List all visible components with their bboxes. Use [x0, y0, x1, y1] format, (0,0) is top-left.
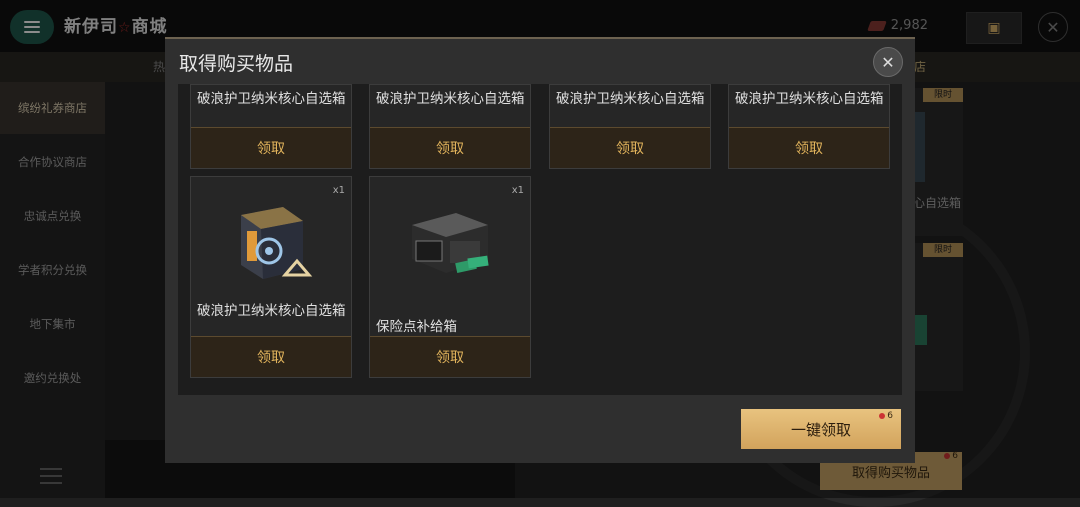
claim-label: 领取	[257, 350, 285, 366]
item-quantity: x1	[332, 185, 345, 196]
claim-label: 领取	[436, 350, 464, 366]
close-icon: ✕	[881, 52, 895, 72]
notification-badge: 6	[879, 411, 893, 421]
claim-label: 领取	[616, 141, 644, 157]
claim-label: 领取	[257, 141, 285, 157]
item-name: 破浪护卫纳米核心自选箱	[376, 91, 525, 107]
claim-button[interactable]: 领取	[191, 336, 351, 377]
item-name: 破浪护卫纳米核心自选箱	[735, 91, 884, 107]
claim-all-label: 一键领取	[790, 420, 851, 439]
claim-label: 领取	[795, 141, 823, 157]
modal-title: 取得购买物品	[179, 53, 294, 75]
badge-count: 6	[887, 411, 893, 421]
item-card: x1 保险点补给箱 领取	[369, 176, 531, 378]
claim-label: 领取	[436, 141, 464, 157]
nano-core-box-icon	[241, 207, 313, 279]
item-card: 破浪护卫纳米核心自选箱 领取	[369, 84, 531, 169]
item-name: 破浪护卫纳米核心自选箱	[556, 91, 705, 107]
claim-all-button[interactable]: 一键领取 6	[741, 409, 901, 449]
item-card: 破浪护卫纳米核心自选箱 领取	[728, 84, 890, 169]
items-grid[interactable]: 破浪护卫纳米核心自选箱 领取 破浪护卫纳米核心自选箱 领取 破浪护卫纳米核心自选…	[178, 84, 902, 395]
item-card: 破浪护卫纳米核心自选箱 领取	[190, 84, 352, 169]
item-name: 破浪护卫纳米核心自选箱	[197, 303, 346, 319]
claim-button[interactable]: 领取	[191, 127, 351, 168]
insurance-supply-crate-icon	[412, 213, 489, 273]
claim-button[interactable]: 领取	[370, 336, 530, 377]
item-quantity: x1	[511, 185, 524, 196]
item-name: 破浪护卫纳米核心自选箱	[197, 91, 346, 107]
claim-button[interactable]: 领取	[550, 127, 710, 168]
item-card: x1 破浪护卫纳米核心自选箱 领取	[190, 176, 352, 378]
red-dot-icon	[879, 413, 886, 419]
claim-button[interactable]: 领取	[729, 127, 889, 168]
item-name: 保险点补给箱	[376, 319, 457, 335]
modal-close-button[interactable]: ✕	[873, 47, 903, 77]
item-card: 破浪护卫纳米核心自选箱 领取	[549, 84, 711, 169]
claim-button[interactable]: 领取	[370, 127, 530, 168]
claim-items-modal: 取得购买物品 ✕ 破浪护卫纳米核心自选箱 领取 破浪护卫纳米核心自选箱 领取 破…	[165, 37, 915, 463]
